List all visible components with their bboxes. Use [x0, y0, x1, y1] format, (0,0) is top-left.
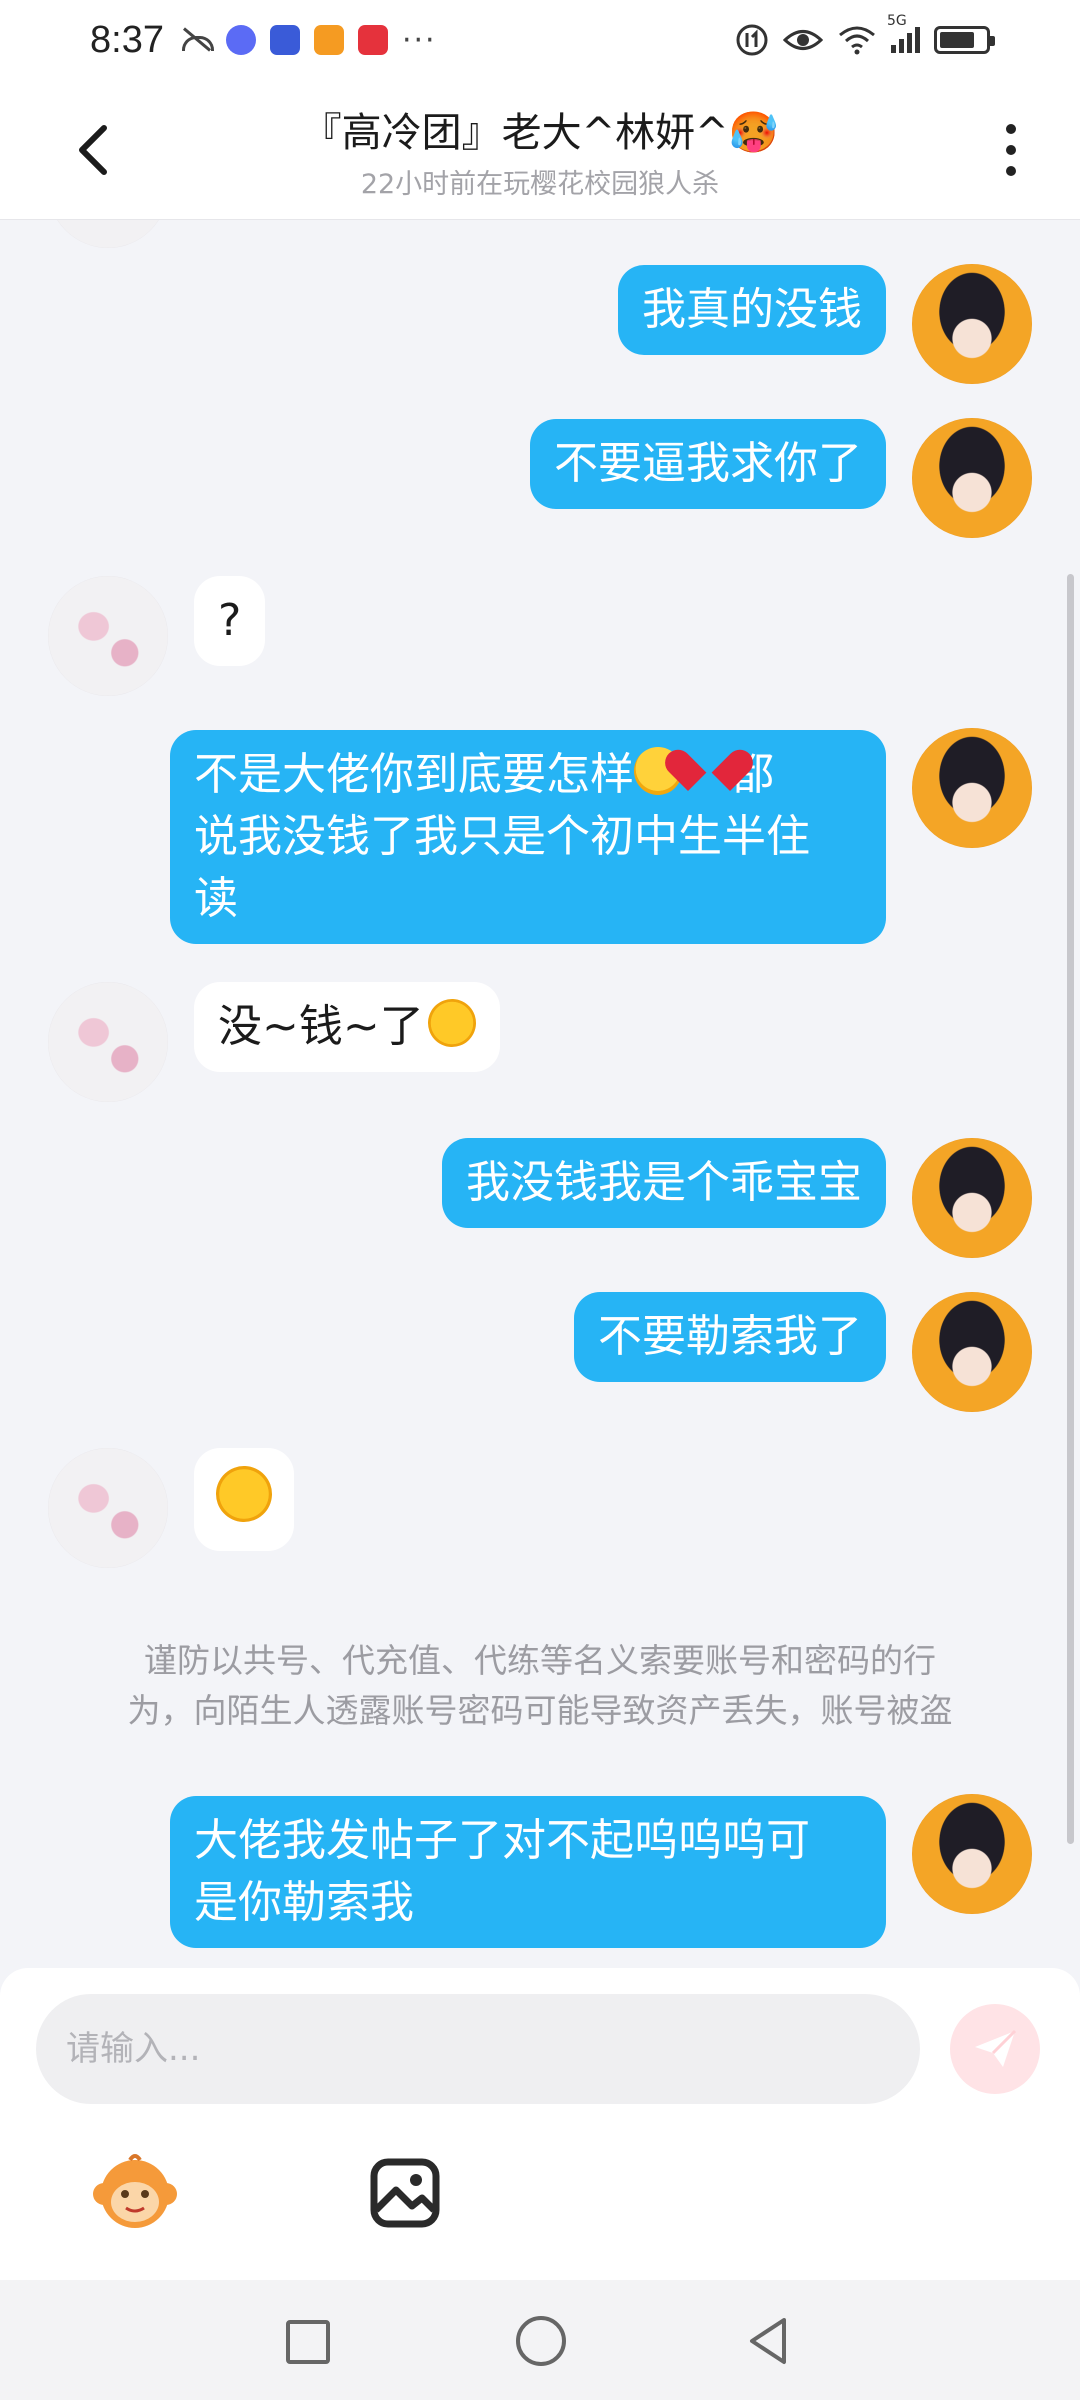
- send-button[interactable]: [950, 2004, 1040, 2094]
- image-icon[interactable]: [360, 2148, 450, 2238]
- my-avatar[interactable]: [912, 728, 1032, 848]
- peer-message-bubble[interactable]: ?: [194, 576, 266, 666]
- store-app-icon: [313, 25, 344, 55]
- missed-call-icon: [180, 28, 214, 52]
- battery-icon: [934, 26, 995, 54]
- system-back-button[interactable]: [744, 2316, 794, 2366]
- status-right-icons: 5G: [735, 13, 995, 57]
- peer-avatar[interactable]: [48, 982, 168, 1102]
- eye-comfort-icon: [783, 30, 823, 50]
- message-text: 我没钱我是个乖宝宝: [466, 1157, 862, 1208]
- message-text: 不要逼我求你了: [554, 438, 862, 489]
- my-avatar[interactable]: [912, 264, 1032, 384]
- peer-avatar[interactable]: [48, 1448, 168, 1568]
- contact-name: 『高冷团』老大^林妍^🥵: [301, 110, 779, 156]
- chat-message-list[interactable]: 我真的没钱 不要逼我求你了 ? 不是大佬你到底要怎样都 说我没钱了我只是个初中生…: [0, 220, 1080, 1970]
- chat-header: 『高冷团』老大^林妍^🥵 22小时前在玩樱花校园狼人杀: [0, 80, 1080, 220]
- message-text: 是你勒索我: [194, 1877, 414, 1928]
- my-message-bubble[interactable]: 不要逼我求你了: [530, 419, 886, 509]
- my-message-bubble[interactable]: 我真的没钱: [618, 265, 886, 355]
- peer-message-bubble[interactable]: 没~钱~了: [194, 982, 500, 1072]
- message-text: 我真的没钱: [642, 284, 862, 335]
- broken-heart-emoji-icon: [682, 751, 730, 795]
- more-dot-icon: [1006, 124, 1016, 134]
- safety-notice: 谨防以共号、代充值、代练等名义索要账号和密码的行 为，向陌生人透露账号密码可能导…: [60, 1636, 1020, 1736]
- my-avatar[interactable]: [912, 1292, 1032, 1412]
- safety-notice-line: 谨防以共号、代充值、代练等名义索要账号和密码的行: [144, 1641, 936, 1680]
- home-button[interactable]: [516, 2316, 566, 2366]
- message-text: 读: [194, 873, 238, 924]
- message-text: 不要勒索我了: [598, 1311, 862, 1362]
- peer-avatar[interactable]: [48, 576, 168, 696]
- my-message-bubble[interactable]: 不要勒索我了: [574, 1292, 886, 1382]
- message-text: ?: [218, 595, 242, 646]
- status-time: 8:37: [90, 18, 164, 61]
- peer-message-bubble[interactable]: [194, 1448, 294, 1551]
- message-composer: [0, 1968, 1080, 2280]
- message-text: 大佬我发帖子了对不起呜呜呜可: [194, 1815, 810, 1866]
- rolling-laughing-emoji-icon: [420, 992, 483, 1054]
- wifi-icon: [839, 26, 875, 55]
- message-text: 不是大佬你到底要怎样: [194, 749, 634, 800]
- my-message-bubble[interactable]: 大佬我发帖子了对不起呜呜呜可 是你勒索我: [170, 1796, 886, 1948]
- data-saver-icon: [736, 24, 768, 56]
- system-navigation-bar: [0, 2280, 1080, 2400]
- paper-plane-icon: [975, 2029, 1017, 2067]
- safety-notice-line: 为，向陌生人透露账号密码可能导致资产丢失，账号被盗: [127, 1691, 953, 1730]
- scrollbar[interactable]: [1067, 574, 1074, 1844]
- message-text: 说我没钱了我只是个初中生半住: [194, 811, 810, 862]
- status-bar: 8:37 ··· 5G: [0, 0, 1080, 80]
- monkey-emoji-icon[interactable]: [90, 2148, 180, 2238]
- contact-activity-status: 22小时前在玩樱花校园狼人杀: [360, 169, 720, 200]
- message-input[interactable]: [36, 1994, 920, 2104]
- peer-avatar[interactable]: [48, 220, 168, 248]
- signal-icon: 5G: [887, 13, 920, 53]
- my-message-bubble[interactable]: 我没钱我是个乖宝宝: [442, 1138, 886, 1228]
- huawei-app-icon: [357, 25, 388, 55]
- notification-icons: ···: [180, 23, 437, 58]
- network-type: 5G: [887, 13, 907, 29]
- my-avatar[interactable]: [912, 1138, 1032, 1258]
- rolling-laughing-emoji-icon: [208, 1458, 280, 1530]
- music-app-icon: [225, 25, 256, 55]
- message-text: 没~钱~了: [218, 1001, 424, 1052]
- more-notifications-icon: ···: [401, 22, 437, 58]
- more-dot-icon: [1006, 145, 1016, 155]
- education-app-icon: [269, 25, 300, 55]
- my-avatar[interactable]: [912, 418, 1032, 538]
- my-message-bubble[interactable]: 不是大佬你到底要怎样都 说我没钱了我只是个初中生半住 读: [170, 730, 886, 944]
- more-dot-icon: [1006, 166, 1016, 176]
- recent-apps-button[interactable]: [286, 2320, 330, 2364]
- my-avatar[interactable]: [912, 1794, 1032, 1914]
- more-options-button[interactable]: [996, 120, 1026, 180]
